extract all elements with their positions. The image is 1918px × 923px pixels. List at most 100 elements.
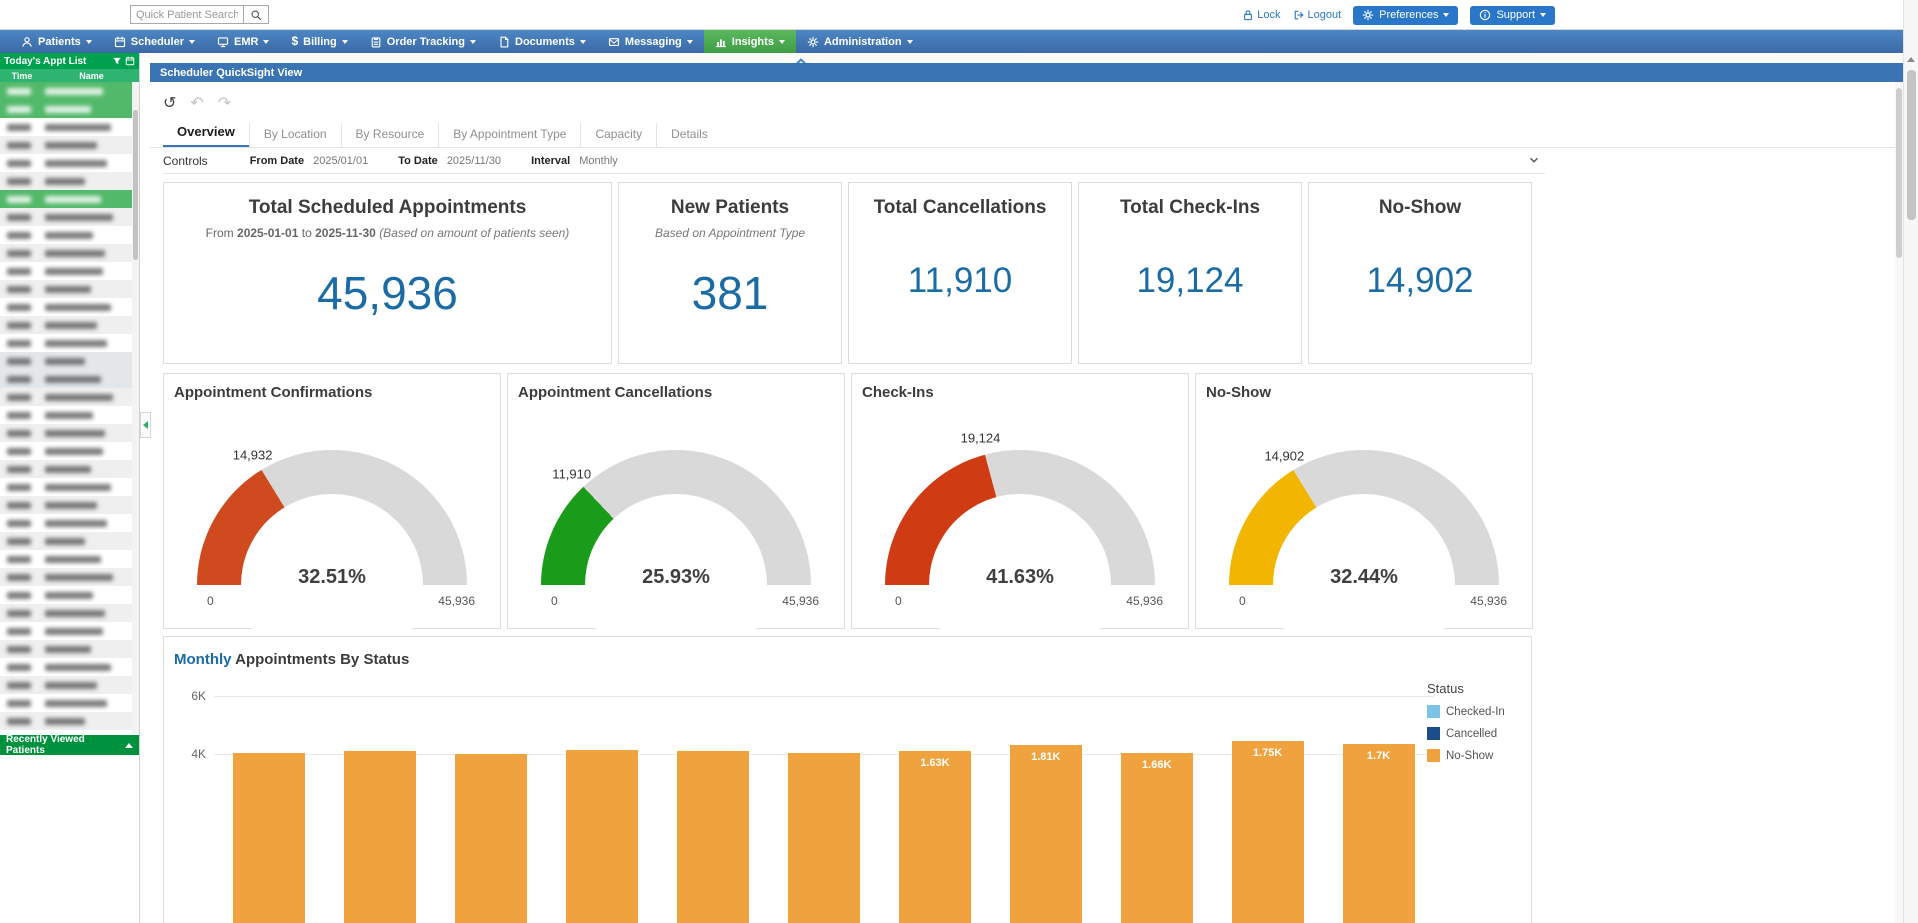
appointment-row[interactable] [0,658,139,676]
search-button[interactable] [244,5,269,24]
appointment-row[interactable] [0,172,139,190]
nav-item-order-tracking[interactable]: Order Tracking [359,30,487,53]
from-date-value[interactable]: 2025/01/01 [313,155,368,167]
appointment-row[interactable] [0,334,139,352]
appointment-row[interactable] [0,568,139,586]
bar-may-2025[interactable] [677,751,749,923]
bar-sep-2025[interactable]: 1.66K [1121,753,1193,923]
appointment-row[interactable] [0,208,139,226]
to-date-control[interactable]: To Date 2025/11/30 [398,155,501,167]
sidebar-collapse-handle[interactable] [140,412,151,438]
appointment-row[interactable] [0,478,139,496]
undo-icon[interactable]: ↶ [190,96,203,112]
appointment-row[interactable] [0,442,139,460]
dashboard-scrollbar[interactable] [1895,82,1903,923]
redo-icon[interactable]: ↷ [218,96,231,112]
bar-jan-2025[interactable] [233,753,305,923]
appointment-row[interactable] [0,82,139,100]
legend-item-checked-in[interactable]: Checked-In [1427,705,1519,718]
appointment-row[interactable] [0,694,139,712]
controls-label: Controls [163,154,208,168]
appointment-row[interactable] [0,298,139,316]
appointment-row[interactable] [0,514,139,532]
reset-icon[interactable]: ↺ [163,96,176,112]
nav-item-messaging[interactable]: Messaging [597,30,704,53]
search-input[interactable] [130,5,244,24]
appointment-row[interactable] [0,370,139,388]
appt-time-redacted [7,142,31,149]
recently-viewed-bar[interactable]: Recently Viewed Patients [0,735,139,755]
preferences-button[interactable]: Preferences [1353,6,1458,25]
appointment-row[interactable] [0,262,139,280]
scrollbar-thumb[interactable] [133,110,138,260]
calendar-icon[interactable] [125,56,135,66]
column-name: Name [44,71,139,81]
page-scrollbar[interactable] [1903,0,1918,923]
bar-oct-2025[interactable]: 1.75K [1232,741,1304,923]
legend-item-no-show[interactable]: No-Show [1427,749,1519,762]
bar-jul-2025[interactable]: 1.63K [899,751,971,923]
bar-aug-2025[interactable]: 1.81K [1010,745,1082,923]
appointment-row[interactable] [0,640,139,658]
appointment-row[interactable] [0,712,139,730]
appointment-row[interactable] [0,532,139,550]
nav-item-emr[interactable]: EMR [206,30,280,53]
bar-jun-2025[interactable] [788,753,860,923]
to-date-value[interactable]: 2025/11/30 [447,155,501,167]
nav-item-scheduler[interactable]: Scheduler [103,30,206,53]
bar-nov-2025[interactable]: 1.7K [1343,744,1415,923]
nav-item-administration[interactable]: Administration [796,30,924,53]
chevron-down-icon[interactable] [1527,153,1541,170]
appointment-row[interactable] [0,226,139,244]
sidebar-scrollbar[interactable] [132,82,139,735]
appointment-row[interactable] [0,550,139,568]
appointment-row[interactable] [0,244,139,262]
nav-item-documents[interactable]: Documents [487,30,597,53]
appointment-row[interactable] [0,622,139,640]
nav-item-insights[interactable]: Insights [704,30,796,53]
appointment-row[interactable] [0,154,139,172]
appointment-row[interactable] [0,496,139,514]
lock-link[interactable]: Lock [1242,9,1280,21]
appointment-row[interactable] [0,190,139,208]
interval-control[interactable]: Interval Monthly [531,155,618,167]
envelope-icon [608,36,620,48]
filter-icon[interactable] [112,56,122,66]
kpi-no-show: No-Show 14,902 [1308,182,1532,364]
appointment-row[interactable] [0,100,139,118]
tab-capacity[interactable]: Capacity [580,123,656,147]
bar-apr-2025[interactable] [566,750,638,923]
tab-by-location[interactable]: By Location [249,123,341,147]
logout-link[interactable]: Logout [1293,9,1342,21]
nav-item-patients[interactable]: Patients [10,30,103,53]
appointment-row[interactable] [0,424,139,442]
tab-overview[interactable]: Overview [163,120,249,147]
appt-time-redacted [7,556,31,563]
appointment-row[interactable] [0,118,139,136]
expand-up-icon[interactable] [125,743,133,748]
tab-details[interactable]: Details [656,123,722,147]
interval-value[interactable]: Monthly [579,155,618,167]
bar-mar-2025[interactable] [455,754,527,923]
appointment-row[interactable] [0,460,139,478]
appointment-row[interactable] [0,676,139,694]
appointment-row[interactable] [0,280,139,298]
tab-by-appointment-type[interactable]: By Appointment Type [438,123,580,147]
appointment-row[interactable] [0,388,139,406]
scrollbar-thumb[interactable] [1896,88,1902,258]
appointment-row[interactable] [0,604,139,622]
gauge-min-label: 0 [895,594,902,608]
scrollbar-thumb[interactable] [1907,70,1916,220]
tab-by-resource[interactable]: By Resource [341,123,439,147]
legend-item-cancelled[interactable]: Cancelled [1427,727,1519,740]
appointment-row[interactable] [0,316,139,334]
appointment-row[interactable] [0,352,139,370]
appointment-row[interactable] [0,406,139,424]
from-date-control[interactable]: From Date 2025/01/01 [250,155,369,167]
support-button[interactable]: Support [1470,6,1555,25]
nav-item-billing[interactable]: $Billing [280,30,358,53]
appointment-row[interactable] [0,586,139,604]
scroll-up-icon[interactable] [1907,57,1915,62]
appointment-row[interactable] [0,136,139,154]
bar-feb-2025[interactable] [344,751,416,923]
